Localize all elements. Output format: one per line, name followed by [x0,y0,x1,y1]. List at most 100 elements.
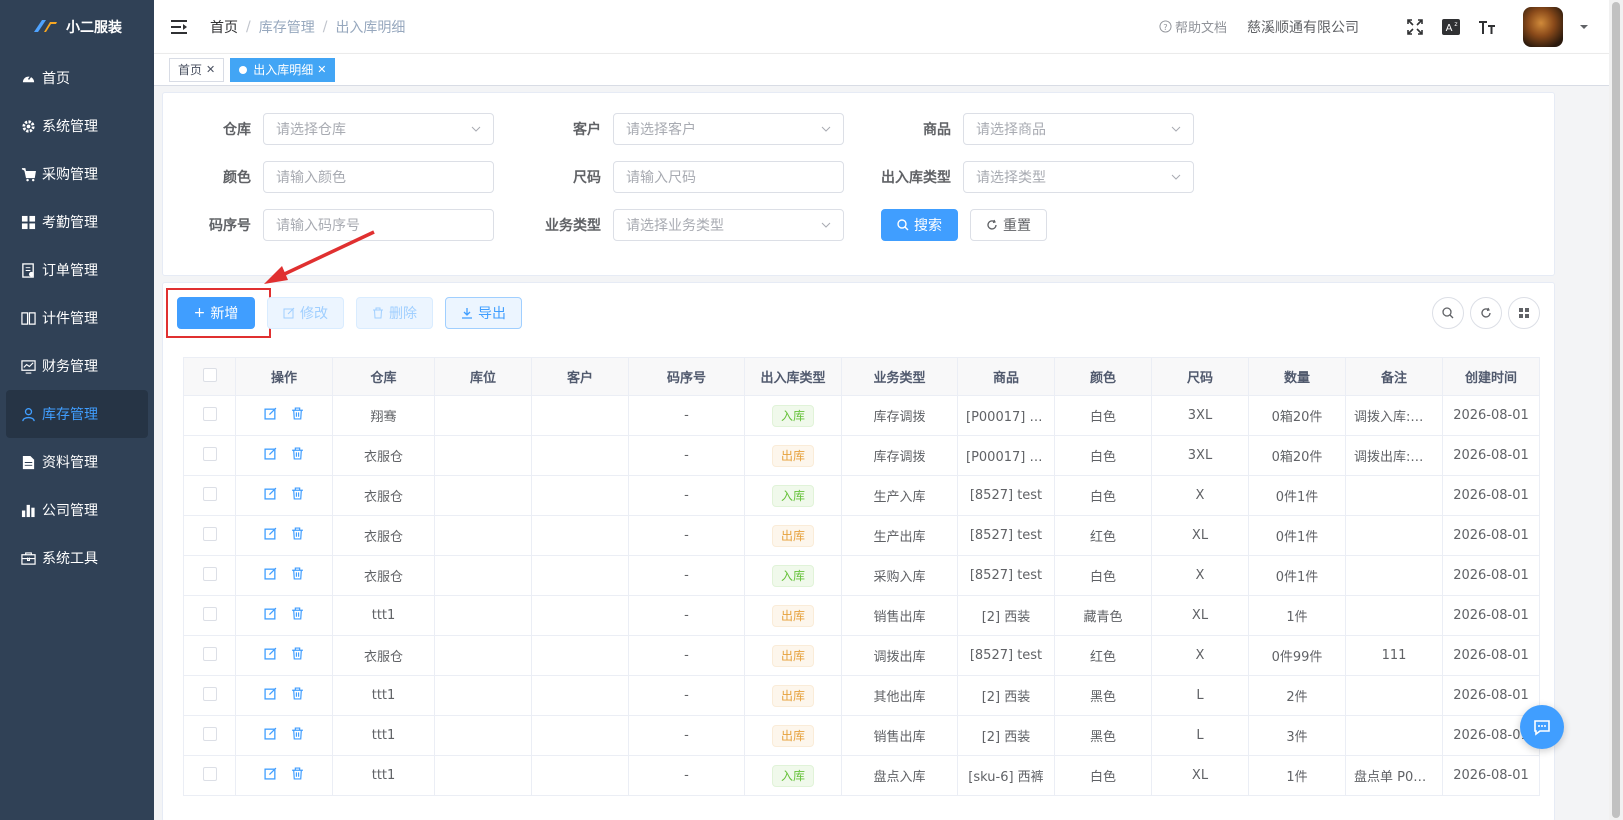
customer-select[interactable]: 请选择客户 [613,113,844,145]
edit-icon[interactable] [264,607,277,620]
refresh-button[interactable] [1470,297,1502,329]
logo[interactable]: 小二服装 [0,0,154,54]
row-checkbox[interactable] [202,526,217,541]
trash-icon[interactable] [291,407,304,420]
row-select-cell[interactable] [183,475,236,516]
trash-icon[interactable] [291,767,304,780]
row-select-cell[interactable] [183,515,236,556]
color-input[interactable]: 请输入颜色 [263,161,494,193]
add-button[interactable]: + 新增 [177,297,255,329]
fullscreen-icon[interactable] [1405,17,1425,37]
row-checkbox[interactable] [202,766,217,781]
io-type-select[interactable]: 请选择类型 [963,161,1194,193]
sidebar-item[interactable]: 采购管理 [0,150,154,198]
edit-icon[interactable] [264,647,277,660]
reset-button[interactable]: 重置 [970,209,1047,241]
trash-icon[interactable] [291,727,304,740]
edit-icon[interactable] [264,447,277,460]
breadcrumb-inventory[interactable]: 库存管理 [259,17,315,37]
scrollbar-thumb[interactable] [1612,2,1620,818]
row-checkbox[interactable] [202,566,217,581]
trash-icon[interactable] [291,527,304,540]
table-row[interactable]: 衣服仓 - 出库 调拨出库 [8527] test 红色 X 0件99件 111 2026-08-… [183,635,1540,676]
sidebar-item-label: 财务管理 [42,359,98,375]
size-input[interactable]: 请输入尺码 [613,161,844,193]
select-all-cell[interactable] [183,357,236,396]
sidebar-item[interactable]: 系统工具 [0,534,154,582]
columns-button[interactable] [1508,297,1540,329]
page-scrollbar[interactable] [1609,0,1623,820]
edit-icon[interactable] [264,527,277,540]
language-icon[interactable]: Az [1441,17,1461,37]
question-icon: ? [1159,20,1172,33]
edit-icon[interactable] [264,767,277,780]
edit-icon[interactable] [264,567,277,580]
sidebar-item[interactable]: 订单管理 [0,246,154,294]
chat-button[interactable] [1520,705,1564,749]
toggle-search-button[interactable] [1432,297,1464,329]
close-icon[interactable]: ✕ [317,63,326,76]
edit-icon[interactable] [264,727,277,740]
row-select-cell[interactable] [183,755,236,796]
row-select-cell[interactable] [183,715,236,756]
edit-icon[interactable] [264,407,277,420]
row-checkbox[interactable] [202,446,217,461]
row-checkbox[interactable] [202,606,217,621]
table-row[interactable]: ttt1- 出库 销售出库 [2] 西装 黑色 L 3件 2026-08-01 [183,715,1540,756]
table-row[interactable]: 翔骞 - 入库 库存调拨 [P00017] 西装 白色 3XL 0箱20件 调拨入库:调拨单 20… [183,395,1540,436]
table-row[interactable]: 衣服仓 - 入库 采购入库 [8527] test 白色 X 0件1件 2026-08-01 [183,555,1540,596]
trash-icon[interactable] [291,647,304,660]
row-select-cell[interactable] [183,595,236,636]
row-select-cell[interactable] [183,635,236,676]
font-size-icon[interactable] [1477,17,1497,37]
help-docs-link[interactable]: ? 帮助文档 [1159,17,1227,36]
table-row[interactable]: ttt1 - 出库 销售出库 [2] 西装 藏青色 XL 1件 2026-08-01 [183,595,1540,636]
edit-icon[interactable] [264,687,277,700]
trash-icon[interactable] [291,687,304,700]
row-select-cell[interactable] [183,395,236,436]
trash-icon[interactable] [291,447,304,460]
trash-icon[interactable] [291,487,304,500]
select-all-checkbox[interactable] [202,367,217,382]
product-select[interactable]: 请选择商品 [963,113,1194,145]
table-row[interactable]: 衣服仓 - 出库 生产出库 [8527] test 红色 XL 0件1件 2026-08-01 [183,515,1540,556]
avatar[interactable] [1523,6,1563,47]
sidebar-item[interactable]: 计件管理 [0,294,154,342]
table-row[interactable]: 衣服仓 - 入库 生产入库 [8527] test 白色 X 0件1件 2026-08-01 [183,475,1540,516]
cell-io-type: 出库 [744,595,842,636]
row-select-cell[interactable] [183,675,236,716]
edit-icon[interactable] [264,487,277,500]
chevron-down-icon[interactable] [1579,22,1589,32]
edit-button[interactable]: 修改 [267,297,344,329]
sidebar-item[interactable]: 系统管理 [0,102,154,150]
tag-home[interactable]: 首页 ✕ [169,57,225,82]
close-icon[interactable]: ✕ [206,63,215,76]
table-row[interactable]: 衣服仓 - 出库 库存调拨 [P00017] 西装 白色 3XL 0箱20件 调拨出库:调拨单 2… [183,435,1540,476]
sidebar-item[interactable]: 公司管理 [0,486,154,534]
trash-icon[interactable] [291,607,304,620]
row-checkbox[interactable] [202,646,217,661]
breadcrumb-home[interactable]: 首页 [210,17,238,37]
table-row[interactable]: ttt1 - 入库 盘点入库 [sku-6] 西裤 白色 XL 1件 盘点单 P0001 2026… [183,755,1540,796]
biz-type-select[interactable]: 请选择业务类型 [613,209,844,241]
sidebar-item[interactable]: 考勤管理 [0,198,154,246]
cell-size: L [1151,675,1249,716]
row-checkbox[interactable] [202,686,217,701]
row-checkbox[interactable] [202,406,217,421]
warehouse-select[interactable]: 请选择仓库 [263,113,494,145]
table-row[interactable]: ttt1 - 出库 其他出库 [2] 西装 黑色 L 2件 2026-08-01 [183,675,1540,716]
row-checkbox[interactable] [202,726,217,741]
row-select-cell[interactable] [183,435,236,476]
trash-icon[interactable] [291,567,304,580]
search-button[interactable]: 搜索 [881,209,958,241]
sidebar-item[interactable]: 财务管理 [0,342,154,390]
hamburger-icon[interactable] [170,19,188,35]
row-select-cell[interactable] [183,555,236,596]
sidebar-item[interactable]: 库存管理 [6,390,148,438]
export-button[interactable]: 导出 [445,297,522,329]
delete-button[interactable]: 删除 [356,297,433,329]
sidebar-item[interactable]: 资料管理 [0,438,154,486]
sidebar-item[interactable]: 首页 [0,54,154,102]
tag-current[interactable]: 出入库明细 ✕ [230,57,336,82]
row-checkbox[interactable] [202,486,217,501]
